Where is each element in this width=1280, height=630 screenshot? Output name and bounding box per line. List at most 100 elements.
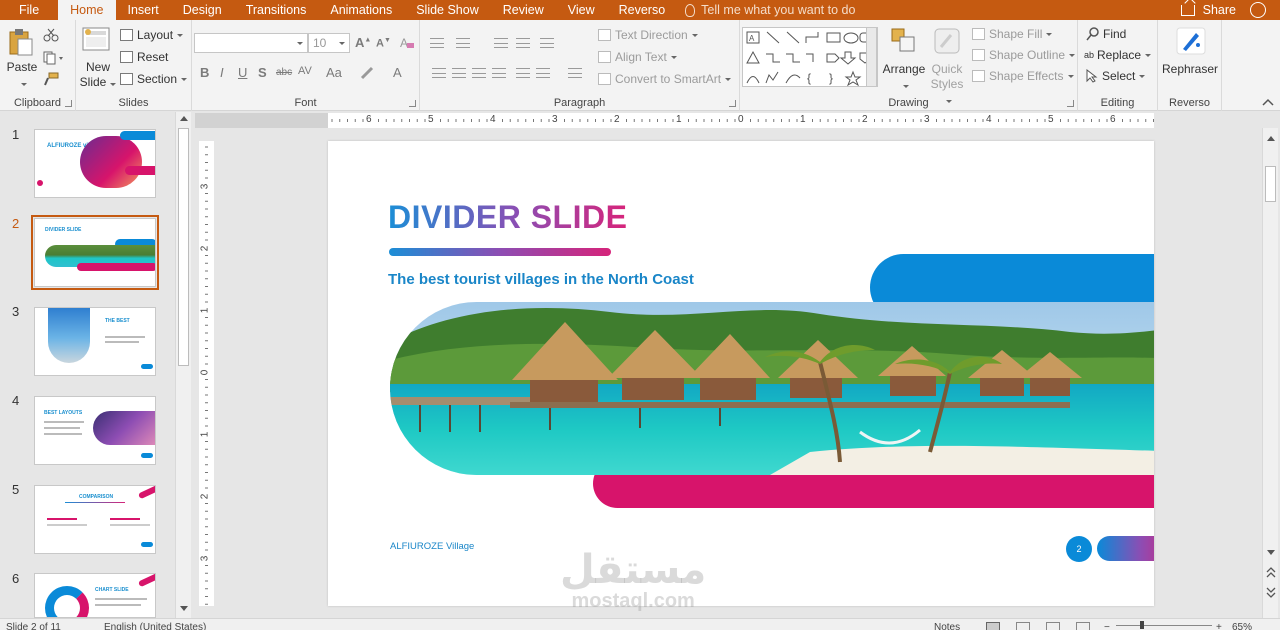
clear-formatting-icon[interactable]: A [400, 36, 414, 50]
align-left-icon[interactable] [432, 68, 446, 78]
slide-thumbnail-1[interactable]: ALFIUROZE village [34, 129, 156, 198]
slide-subtitle[interactable]: The best tourist villages in the North C… [388, 271, 694, 288]
slide-thumbnail-4[interactable]: BEST LAYOUTS [34, 396, 156, 465]
scroll-down-icon[interactable] [180, 606, 188, 611]
scrollbar-thumb[interactable] [1265, 166, 1276, 202]
zoom-out-icon[interactable]: − [1104, 622, 1110, 630]
slide-thumbnail-6[interactable]: CHART SLIDE [34, 573, 156, 618]
font-name-field[interactable] [194, 33, 308, 53]
reset-button[interactable]: Reset [120, 50, 168, 64]
layout-button[interactable]: Layout [120, 28, 184, 42]
overwater-bungalows-photo[interactable] [390, 302, 1154, 475]
zoom-slider[interactable] [1116, 625, 1212, 626]
paste-button[interactable]: Paste [4, 60, 40, 90]
thumbnail-scrollbar[interactable] [175, 112, 191, 618]
slideshow-view-icon[interactable] [1076, 622, 1090, 630]
underline-icon[interactable]: U [238, 65, 247, 80]
next-slide-icon[interactable] [1266, 586, 1276, 606]
editor-vertical-scrollbar[interactable] [1262, 128, 1278, 618]
previous-slide-icon[interactable] [1266, 566, 1276, 586]
align-center-icon[interactable] [452, 68, 466, 78]
share-button[interactable]: Share [1167, 3, 1250, 17]
scroll-up-icon[interactable] [180, 116, 188, 121]
decrease-indent-icon[interactable] [494, 38, 508, 48]
tab-home[interactable]: Home [58, 0, 116, 20]
find-button[interactable]: Find [1086, 27, 1126, 41]
font-size-field[interactable]: 10 [308, 33, 350, 53]
font-launcher-icon[interactable] [409, 100, 416, 107]
slide-title[interactable]: DIVIDER SLIDE [388, 199, 627, 236]
footer-gradient-pill[interactable] [1097, 536, 1154, 561]
slide-thumbnail-3[interactable]: THE BEST [34, 307, 156, 376]
shapes-gallery-scroll[interactable] [866, 27, 877, 87]
tab-file[interactable]: File [0, 0, 58, 20]
shapes-gallery[interactable]: A {} [742, 27, 878, 87]
increase-font-icon[interactable]: A▲ [355, 35, 371, 50]
slide-number-badge[interactable]: 2 [1066, 536, 1092, 562]
new-slide-button[interactable]: New Slide [78, 60, 118, 90]
italic-icon[interactable]: I [220, 65, 224, 80]
change-case-icon[interactable]: Aa [326, 65, 342, 80]
arrange-button[interactable]: Arrange [880, 62, 928, 92]
slide-canvas[interactable]: DIVIDER SLIDE The best tourist villages … [328, 141, 1154, 606]
strikethrough-icon[interactable]: abc [276, 67, 292, 78]
convert-smartart-button[interactable]: Convert to SmartArt [598, 72, 732, 86]
scrollbar-thumb[interactable] [178, 128, 189, 366]
align-right-icon[interactable] [472, 68, 486, 78]
title-gradient-bar[interactable] [389, 248, 611, 256]
tab-review[interactable]: Review [491, 0, 556, 20]
rtl-icon[interactable] [516, 68, 530, 78]
cut-icon[interactable] [43, 28, 59, 42]
highlight-icon[interactable] [360, 66, 376, 80]
collapse-ribbon-icon[interactable] [1262, 98, 1274, 108]
slide-thumbnail-2[interactable]: DIVIDER SLIDE [31, 215, 159, 290]
language-indicator[interactable]: English (United States) [104, 622, 206, 630]
tab-insert[interactable]: Insert [116, 0, 171, 20]
columns-icon[interactable] [568, 68, 582, 78]
font-color-icon[interactable]: A [393, 65, 402, 80]
slide-footer-text[interactable]: ALFIUROZE Village [390, 541, 474, 552]
increase-indent-icon[interactable] [516, 38, 530, 48]
section-button[interactable]: Section [120, 72, 188, 86]
notes-button[interactable]: Notes [934, 622, 960, 630]
tab-reverso[interactable]: Reverso [607, 0, 678, 20]
zoom-in-icon[interactable]: + [1216, 622, 1222, 630]
bullets-icon[interactable] [430, 38, 444, 48]
drawing-launcher-icon[interactable] [1067, 100, 1074, 107]
justify-icon[interactable] [492, 68, 506, 78]
tab-view[interactable]: View [556, 0, 607, 20]
line-spacing-icon[interactable] [540, 38, 554, 48]
bold-icon[interactable]: B [200, 65, 209, 80]
rephraser-button[interactable]: Rephraser [1158, 62, 1222, 77]
zoom-level[interactable]: 65% [1232, 622, 1252, 630]
text-direction-button[interactable]: Text Direction [598, 28, 698, 42]
tab-transitions[interactable]: Transitions [234, 0, 319, 20]
shape-outline-button[interactable]: Shape Outline [972, 48, 1076, 62]
slide-sorter-icon[interactable] [1016, 622, 1030, 630]
copy-icon[interactable] [43, 51, 65, 65]
text-shadow-icon[interactable]: S [258, 65, 267, 80]
numbering-icon[interactable] [456, 38, 470, 48]
shape-fill-button[interactable]: Shape Fill [972, 27, 1053, 41]
tab-animations[interactable]: Animations [318, 0, 404, 20]
format-painter-icon[interactable] [43, 72, 59, 86]
paragraph-launcher-icon[interactable] [729, 100, 736, 107]
clipboard-launcher-icon[interactable] [65, 100, 72, 107]
reading-view-icon[interactable] [1046, 622, 1060, 630]
zoom-slider-handle[interactable] [1140, 621, 1144, 629]
align-text-button[interactable]: Align Text [598, 50, 677, 64]
tab-slide-show[interactable]: Slide Show [404, 0, 491, 20]
scroll-down-icon[interactable] [1267, 550, 1275, 555]
tab-design[interactable]: Design [171, 0, 234, 20]
decrease-font-icon[interactable]: A▼ [376, 37, 391, 50]
character-spacing-icon[interactable]: AV [298, 65, 312, 77]
ltr-icon[interactable] [536, 68, 550, 78]
scroll-up-icon[interactable] [1267, 136, 1275, 141]
feedback-smiley-icon[interactable] [1250, 2, 1266, 18]
shape-effects-button[interactable]: Shape Effects [972, 69, 1074, 83]
normal-view-icon[interactable] [986, 622, 1000, 630]
tell-me-box[interactable]: Tell me what you want to do [685, 0, 855, 20]
slide-thumbnail-5[interactable]: COMPARISON [34, 485, 156, 554]
select-button[interactable]: Select [1086, 69, 1146, 83]
replace-button[interactable]: ab Replace [1084, 48, 1152, 62]
